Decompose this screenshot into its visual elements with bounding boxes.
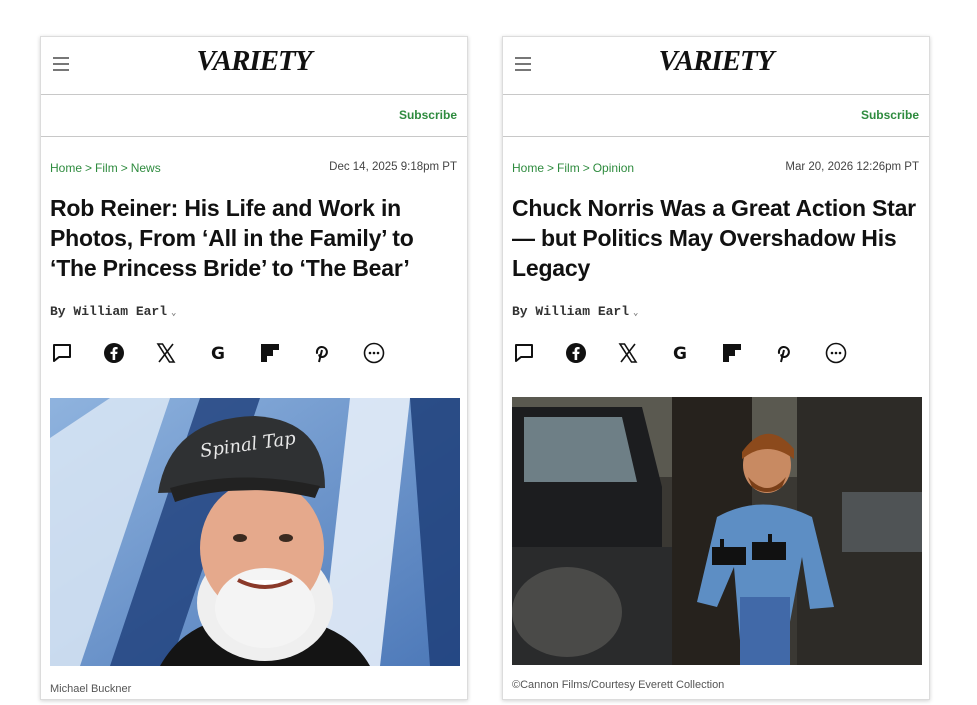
- pinterest-icon[interactable]: [310, 341, 336, 367]
- breadcrumb-separator: >: [120, 161, 128, 175]
- x-icon[interactable]: [154, 341, 180, 367]
- breadcrumb: Home > Film > Opinion: [512, 161, 634, 175]
- article-card: VARIETY Subscribe Home > Film > Opinion Mar …: [502, 36, 930, 700]
- variety-logo[interactable]: VARIETY: [41, 45, 467, 78]
- article-meta: Home > Film > News Dec 14, 2025 9:18pm PT: [41, 137, 467, 175]
- publish-timestamp: Dec 14, 2025 9:18pm PT: [329, 161, 457, 173]
- breadcrumb-film[interactable]: Film: [95, 161, 118, 175]
- article-headline: Rob Reiner: His Life and Work in Photos,…: [50, 195, 414, 281]
- more-icon[interactable]: [824, 341, 850, 367]
- article-headline: Chuck Norris Was a Great Action Star — b…: [512, 195, 916, 281]
- author-name[interactable]: William Earl: [73, 304, 167, 319]
- article-card: VARIETY Subscribe Home > Film > News Dec 14,…: [40, 36, 468, 700]
- variety-logo[interactable]: VARIETY: [503, 45, 929, 78]
- breadcrumb-home[interactable]: Home: [50, 161, 82, 175]
- chevron-down-icon[interactable]: ⌄: [171, 308, 176, 318]
- svg-text:G: G: [673, 344, 687, 364]
- svg-text:G: G: [211, 344, 225, 364]
- google-icon[interactable]: G: [668, 341, 694, 367]
- byline: By William Earl ⌄: [50, 304, 467, 319]
- byline-prefix: By: [50, 304, 66, 319]
- breadcrumb: Home > Film > News: [50, 161, 161, 175]
- publish-timestamp: Mar 20, 2026 12:26pm PT: [785, 161, 919, 173]
- breadcrumb-film[interactable]: Film: [557, 161, 580, 175]
- comment-icon[interactable]: [50, 341, 76, 367]
- subscribe-bar: Subscribe: [41, 95, 467, 137]
- breadcrumb-section[interactable]: Opinion: [593, 161, 634, 175]
- flipboard-icon[interactable]: [258, 341, 284, 367]
- facebook-icon[interactable]: [564, 341, 590, 367]
- pinterest-icon[interactable]: [772, 341, 798, 367]
- subscribe-link[interactable]: Subscribe: [399, 108, 457, 122]
- facebook-icon[interactable]: [102, 341, 128, 367]
- byline: By William Earl ⌄: [512, 304, 929, 319]
- flipboard-icon[interactable]: [720, 341, 746, 367]
- chevron-down-icon[interactable]: ⌄: [633, 308, 638, 318]
- breadcrumb-separator: >: [582, 161, 590, 175]
- breadcrumb-separator: >: [547, 161, 555, 175]
- share-bar: G: [512, 341, 929, 367]
- article-photo: [512, 397, 922, 665]
- breadcrumb-separator: >: [85, 161, 93, 175]
- header-bar: VARIETY: [503, 37, 929, 95]
- comment-icon[interactable]: [512, 341, 538, 367]
- subscribe-link[interactable]: Subscribe: [861, 108, 919, 122]
- breadcrumb-home[interactable]: Home: [512, 161, 544, 175]
- share-bar: G: [50, 341, 467, 367]
- breadcrumb-section[interactable]: News: [131, 161, 161, 175]
- photo-credit: ©Cannon Films/Courtesy Everett Collectio…: [512, 679, 725, 691]
- x-icon[interactable]: [616, 341, 642, 367]
- more-icon[interactable]: [362, 341, 388, 367]
- byline-prefix: By: [512, 304, 528, 319]
- article-meta: Home > Film > Opinion Mar 20, 2026 12:26pm P…: [503, 137, 929, 175]
- article-photo: Spinal Tap: [50, 398, 460, 666]
- photo-credit: Michael Buckner: [50, 683, 132, 695]
- header-bar: VARIETY: [41, 37, 467, 95]
- subscribe-bar: Subscribe: [503, 95, 929, 137]
- google-icon[interactable]: G: [206, 341, 232, 367]
- author-name[interactable]: William Earl: [535, 304, 629, 319]
